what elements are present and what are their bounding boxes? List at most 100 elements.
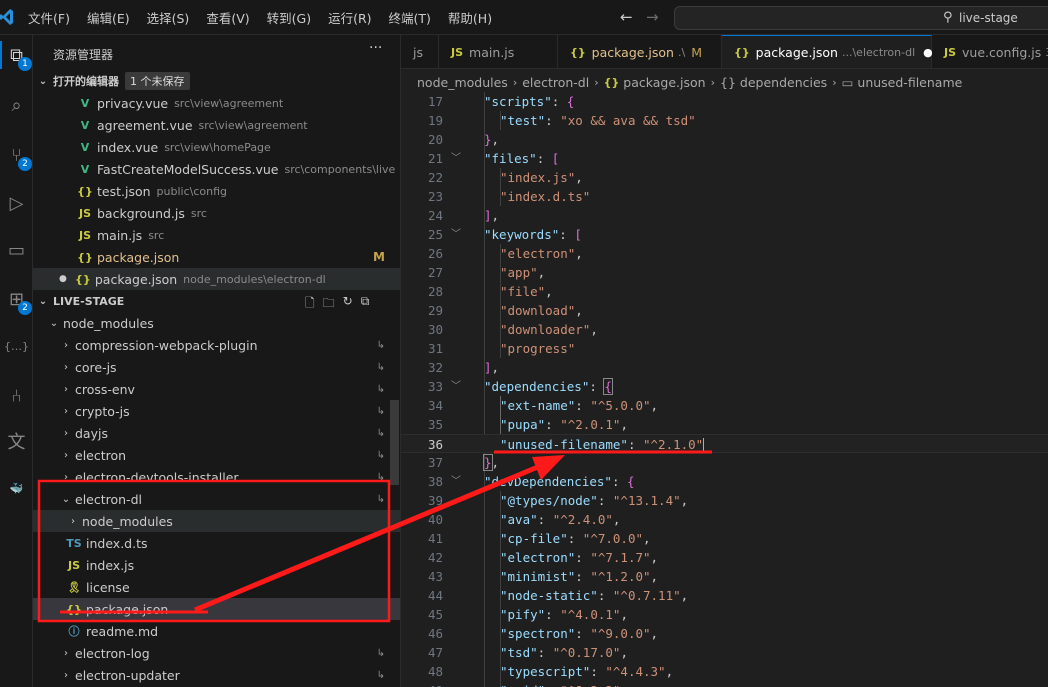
open-editor-item[interactable]: Vprivacy.vue src\view\agreement bbox=[33, 92, 400, 114]
command-center-search[interactable]: ⚲ live-stage bbox=[674, 6, 1048, 30]
code-line[interactable]: 47 "tsd": "^0.17.0", bbox=[401, 643, 1048, 662]
fold-chevron-icon[interactable]: ﹀ bbox=[451, 225, 461, 244]
code-line[interactable]: 33 ﹀ "dependencies": { bbox=[401, 377, 1048, 396]
code-line[interactable]: 37}, bbox=[401, 453, 1048, 472]
menu-item[interactable]: 帮助(H) bbox=[448, 8, 492, 27]
code-line[interactable]: 28 "file", bbox=[401, 282, 1048, 301]
tree-folder[interactable]: ⌄ electron-dl ↳ bbox=[33, 488, 400, 510]
code-line[interactable]: 32], bbox=[401, 358, 1048, 377]
code-line[interactable]: 41 "cp-file": "^7.0.0", bbox=[401, 529, 1048, 548]
tree-folder[interactable]: › electron-updater ↳ bbox=[33, 664, 400, 686]
code-line[interactable]: 46 "spectron": "^9.0.0", bbox=[401, 624, 1048, 643]
code-line[interactable]: 29 "download", bbox=[401, 301, 1048, 320]
menu-item[interactable]: 转到(G) bbox=[267, 8, 311, 27]
code-line[interactable]: 26 "electron", bbox=[401, 244, 1048, 263]
code-line[interactable]: 43 "minimist": "^1.2.0", bbox=[401, 567, 1048, 586]
editor-tab[interactable]: js bbox=[401, 35, 439, 68]
code-line[interactable]: 19 "test": "xo && ava && tsd" bbox=[401, 111, 1048, 130]
sidebar-scrollbar[interactable] bbox=[390, 400, 399, 485]
code-line[interactable]: 23 "index.d.ts" bbox=[401, 187, 1048, 206]
code-line[interactable]: 45 "pify": "^4.0.1", bbox=[401, 605, 1048, 624]
open-editor-item[interactable]: Vindex.vue src\view\homePage bbox=[33, 136, 400, 158]
json-icon[interactable]: {…} bbox=[0, 330, 33, 362]
code-line[interactable]: 20}, bbox=[401, 130, 1048, 149]
fold-chevron-icon[interactable]: ﹀ bbox=[451, 377, 461, 396]
code-line[interactable]: 31 "progress" bbox=[401, 339, 1048, 358]
search-icon[interactable]: ⌕ bbox=[0, 89, 33, 121]
code-editor[interactable]: 17 "scripts": {19 "test": "xo && ava && ts… bbox=[401, 92, 1048, 687]
code-line[interactable]: 35 "pupa": "^2.0.1", bbox=[401, 415, 1048, 434]
code-line[interactable]: 48 "typescript": "^4.4.3", bbox=[401, 662, 1048, 681]
code-line[interactable]: 17 "scripts": { bbox=[401, 92, 1048, 111]
code-line[interactable]: 38 ﹀ "devDependencies": { bbox=[401, 472, 1048, 491]
tree-folder[interactable]: › dayjs ↳ bbox=[33, 422, 400, 444]
editor-tab[interactable]: JSvue.config.js3, bbox=[932, 35, 1048, 68]
tree-folder[interactable]: › core-js ↳ bbox=[33, 356, 400, 378]
open-editor-item[interactable]: {} package.json M bbox=[33, 246, 400, 268]
docker-icon[interactable]: 🐳 bbox=[0, 472, 33, 504]
open-editor-item[interactable]: JS background.js src bbox=[33, 202, 400, 224]
tree-folder[interactable]: › node_modules bbox=[33, 510, 400, 532]
code-line[interactable]: 27 "app", bbox=[401, 263, 1048, 282]
tree-file[interactable]: 🎗 license bbox=[33, 576, 400, 598]
code-line[interactable]: 30 "downloader", bbox=[401, 320, 1048, 339]
code-line[interactable]: 24], bbox=[401, 206, 1048, 225]
tree-folder[interactable]: › compression-webpack-plugin ↳ bbox=[33, 334, 400, 356]
tree-folder[interactable]: › electron-log ↳ bbox=[33, 642, 400, 664]
tree-folder[interactable]: › electron ↳ bbox=[33, 444, 400, 466]
editor-tab[interactable]: {} package.json .\ M bbox=[558, 35, 722, 68]
extensions-icon[interactable]: ⊞ 2 bbox=[0, 283, 33, 315]
source-control-icon[interactable]: ⑂ 2 bbox=[0, 139, 33, 171]
code-line[interactable]: 25 ﹀ "keywords": [ bbox=[401, 225, 1048, 244]
open-editor-item[interactable]: Vagreement.vue src\view\agreement bbox=[33, 114, 400, 136]
tree-folder[interactable]: › crypto-js ↳ bbox=[33, 400, 400, 422]
run-debug-icon[interactable]: ▷ bbox=[0, 187, 33, 219]
translate-icon[interactable]: 文 bbox=[0, 425, 33, 457]
code-line[interactable]: 40 "ava": "^2.4.0", bbox=[401, 510, 1048, 529]
code-line[interactable]: 21 ﹀ "files": [ bbox=[401, 149, 1048, 168]
open-editor-item[interactable]: {} test.json public\config bbox=[33, 180, 400, 202]
tree-folder[interactable]: › cross-env ↳ bbox=[33, 378, 400, 400]
editor-tab[interactable]: JS main.js bbox=[439, 35, 558, 68]
code-line[interactable]: 44 "node-static": "^0.7.11", bbox=[401, 586, 1048, 605]
js-file-icon: JS bbox=[67, 558, 80, 572]
explorer-icon[interactable]: ⧉ 1 bbox=[0, 39, 33, 71]
code-line[interactable]: 34 "ext-name": "^5.0.0", bbox=[401, 396, 1048, 415]
menu-item[interactable]: 终端(T) bbox=[389, 8, 431, 27]
menu-item[interactable]: 编辑(E) bbox=[87, 8, 130, 27]
remote-explorer-icon[interactable]: ▭ bbox=[0, 234, 33, 266]
code-text: "pify": "^4.0.1", bbox=[500, 605, 628, 624]
tree-folder[interactable]: ⌄ node_modules bbox=[33, 312, 400, 334]
tree-folder[interactable]: › electron-devtools-installer ↳ bbox=[33, 466, 400, 488]
menu-item[interactable]: 运行(R) bbox=[328, 8, 371, 27]
code-line[interactable]: 22 "index.js", bbox=[401, 168, 1048, 187]
code-line[interactable]: 39 "@types/node": "^13.1.4", bbox=[401, 491, 1048, 510]
go-back-icon[interactable]: ← bbox=[620, 8, 633, 26]
more-actions-icon[interactable]: ··· bbox=[369, 40, 382, 56]
breadcrumb-item[interactable]: package.json bbox=[623, 75, 705, 90]
breadcrumb-item[interactable]: electron-dl bbox=[522, 75, 589, 90]
git-graph-icon[interactable]: ⑃ bbox=[0, 380, 33, 412]
code-line[interactable]: 36 "unused-filename": "^2.1.0" bbox=[401, 434, 1048, 453]
menu-item[interactable]: 选择(S) bbox=[147, 8, 190, 27]
code-line[interactable]: 42 "electron": "^7.1.7", bbox=[401, 548, 1048, 567]
tree-file[interactable]: {} package.json bbox=[33, 598, 400, 620]
editor-tab[interactable]: {} package.json ...\electron-dl ● bbox=[722, 35, 933, 68]
fold-chevron-icon[interactable]: ﹀ bbox=[451, 472, 461, 491]
code-line[interactable]: 49 "uuid": "^8.3.2" bbox=[401, 681, 1048, 687]
menu-item[interactable]: 查看(V) bbox=[206, 8, 249, 27]
breadcrumb-item[interactable]: unused-filename bbox=[857, 75, 962, 90]
tree-file[interactable]: ⓘ readme.md bbox=[33, 620, 400, 642]
tree-file[interactable]: JS index.js bbox=[33, 554, 400, 576]
go-forward-icon[interactable]: → bbox=[646, 8, 659, 26]
unsaved-dot-icon[interactable]: ● bbox=[59, 274, 67, 284]
breadcrumb-item[interactable]: dependencies bbox=[740, 75, 827, 90]
open-editor-item[interactable]: JS main.js src bbox=[33, 224, 400, 246]
open-editor-item[interactable]: V FastCreateModelSuccess.vue src\component… bbox=[33, 158, 400, 180]
menu-item[interactable]: 文件(F) bbox=[28, 8, 70, 27]
fold-chevron-icon[interactable]: ﹀ bbox=[451, 149, 461, 168]
tree-file[interactable]: TS index.d.ts bbox=[33, 532, 400, 554]
open-editor-item[interactable]: ● {} package.json node_modules\electron-dl bbox=[33, 268, 400, 290]
breadcrumb-item[interactable]: node_modules bbox=[417, 75, 508, 90]
open-editors-header[interactable]: ⌄ 打开的编辑器 1 个未保存 bbox=[33, 70, 400, 92]
